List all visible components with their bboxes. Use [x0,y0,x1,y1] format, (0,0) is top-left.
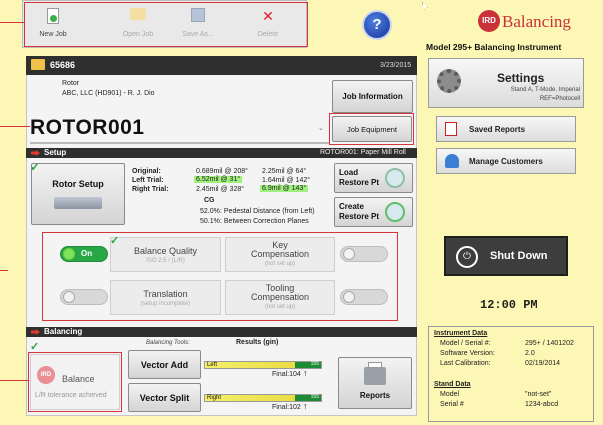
brand-wordmark: Balancing [502,12,571,31]
new-job-button[interactable]: New Job [28,8,78,43]
chevron-down-icon[interactable]: ⌄ [318,124,324,132]
tooling-compensation-panel[interactable]: Tooling Compensation (not set up) [225,280,335,315]
callout-line-equipment [0,126,30,127]
brand-model: Model 295+ Balancing Instrument [426,42,562,52]
balance-button[interactable]: IRD Balance L/R tolerance achieved [30,354,120,410]
results-label: Results (gin) [236,339,279,346]
translation-panel[interactable]: Translation (setup incomplete) [110,280,221,315]
instrument-data-title: Instrument Data [434,330,488,337]
job-date: 3/23/2015 [380,62,412,69]
callout-line-options [0,270,8,271]
setup-rotor-ref: ROTOR001: Paper Mill Roll [320,149,406,156]
vector-add-button[interactable]: Vector Add [128,350,201,379]
shutdown-button[interactable]: ⏻ Shut Down [444,236,568,276]
open-job-button[interactable]: Open Job [110,8,166,43]
rotor-setup-button[interactable]: Rotor Setup [31,163,125,225]
new-job-icon [47,8,59,24]
delete-button[interactable]: ✕ Delete [243,8,293,43]
up-arrow-icon: ↑ [303,401,308,411]
balancing-section-bar: Balancing [26,327,417,337]
arrow-right-icon [31,150,40,156]
help-button[interactable]: ? [362,10,392,40]
reports-button[interactable]: Reports [338,357,412,409]
job-number: 65686 [50,60,76,70]
translation-toggle[interactable] [60,289,108,305]
tooling-compensation-toggle[interactable] [340,289,388,305]
job-information-button[interactable]: Job Information [332,80,413,113]
rotor-image-icon [54,197,102,209]
folder-open-icon [31,59,45,70]
pdf-icon [445,122,457,136]
job-header [26,56,417,75]
clock: 12:00 PM [480,298,538,312]
rotor-underline [30,142,330,144]
vector-split-button[interactable]: Vector Split [128,383,201,412]
callout-line-balance [0,380,28,381]
delete-x-icon: ✕ [262,8,274,24]
balance-quality-panel[interactable]: Balance Quality ISO 2.5 / (L/R) [110,237,221,272]
manage-customers-button[interactable]: Manage Customers [436,148,576,174]
gear-icon [437,69,461,93]
power-icon: ⏻ [456,246,478,268]
job-equipment-button[interactable]: Job Equipment [332,116,412,142]
printer-icon [364,361,386,385]
saved-reports-button[interactable]: Saved Reports [436,116,576,142]
load-restore-point-button[interactable]: Load Restore Pt [334,163,413,193]
balancing-tools-label: Balancing Tools: [146,340,190,346]
folder-icon [130,8,146,20]
job-customer: ABC, LLC (HD901) - R. J. Dio [62,90,155,97]
key-compensation-panel[interactable]: Key Compensation (not set up) [225,237,335,272]
brand-logo: IRD [478,10,500,32]
restore-create-icon [385,202,405,222]
arrow-right-icon [31,329,40,335]
left-final: Final:104 [272,371,301,378]
users-icon [445,154,459,168]
stand-data-title: Stand Data [434,381,471,388]
balance-quality-toggle[interactable]: On [60,246,108,262]
check-icon: ✓ [110,235,120,247]
up-arrow-icon: ↑ [303,368,308,378]
check-icon: ✓ [30,160,41,174]
save-as-button[interactable]: Save As... [170,8,226,43]
floppy-icon [191,8,205,22]
ird-balance-icon: IRD [37,366,55,384]
cursor-icon [422,2,428,10]
callout-line [0,22,24,23]
restore-load-icon [385,168,405,188]
right-final: Final:102 [272,404,301,411]
settings-button[interactable]: Settings Stand A, T-Mode, Imperial REF=P… [428,58,584,108]
key-compensation-toggle[interactable] [340,246,388,262]
create-restore-point-button[interactable]: Create Restore Pt [334,197,413,227]
job-type: Rotor [62,80,80,87]
rotor-name: ROTOR001 [30,116,145,139]
